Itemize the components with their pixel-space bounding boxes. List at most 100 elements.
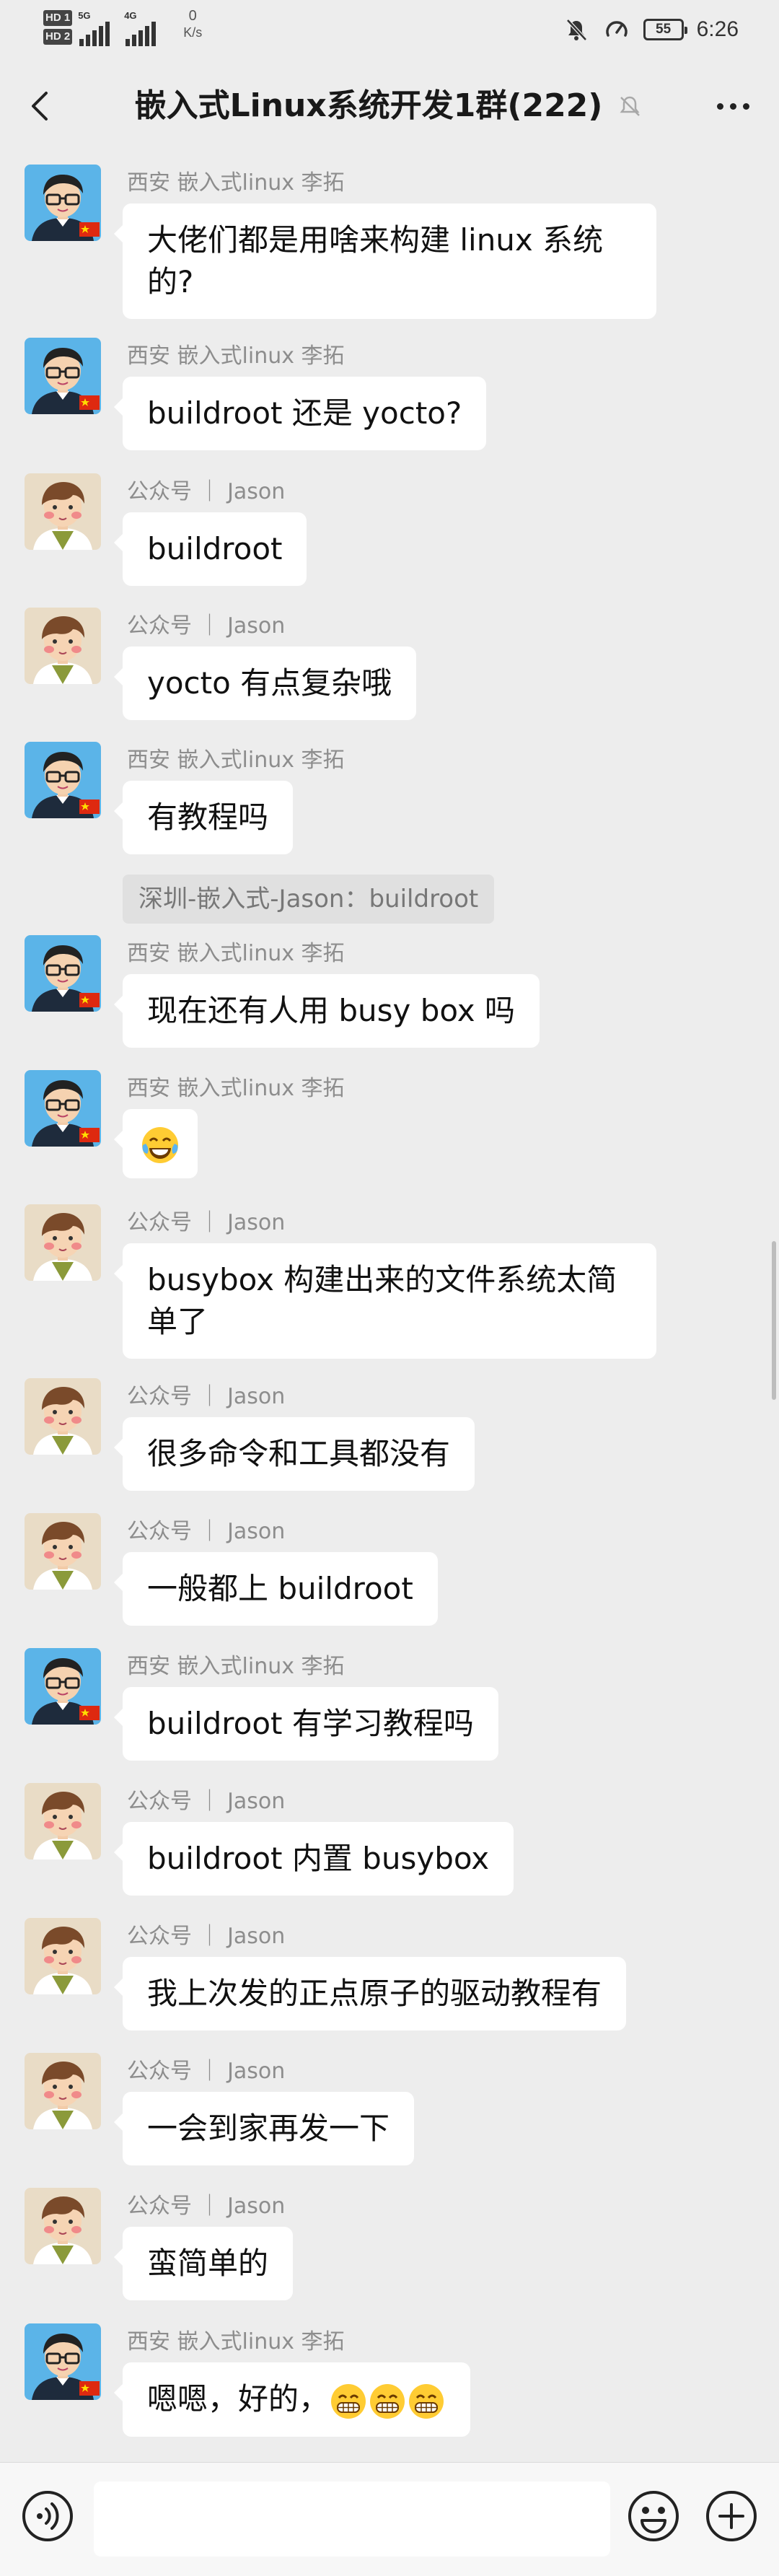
smiley-icon <box>628 2491 679 2541</box>
sender-name[interactable]: 西安 嵌入式linux 李拓 <box>127 343 345 369</box>
avatar-jason[interactable] <box>25 1513 101 1590</box>
message-text: 一会到家再发一下 <box>147 2111 390 2146</box>
message-bubble[interactable]: 大佬们都是用啥来构建 linux 系统的? <box>114 203 656 319</box>
status-bar: HD 1 HD 2 5G 4G 0 K/s 55 6:26 <box>0 0 779 59</box>
chat-message: 西安 嵌入式linux 李拓嗯嗯，好的， <box>25 2312 746 2437</box>
chat-message: 公众号 ｜ Jason 我上次发的正点原子的驱动教程有 <box>25 1906 746 2030</box>
sender-name[interactable]: 公众号 ｜ Jason <box>127 2194 285 2220</box>
chat-message: 公众号 ｜ Jason 一般都上 buildroot <box>25 1502 746 1626</box>
message-text: buildroot 有学习教程吗 <box>147 1706 474 1741</box>
sender-name[interactable]: 西安 嵌入式linux 李拓 <box>127 170 345 196</box>
message-bubble[interactable]: 很多命令和工具都没有 <box>113 1417 475 1491</box>
message-bubble[interactable]: busybox 构建出来的文件系统太简单了 <box>114 1243 656 1359</box>
mute-bell-icon <box>563 16 590 43</box>
sender-name[interactable]: 公众号 ｜ Jason <box>127 1924 285 1950</box>
hd1-badge: HD 1 <box>43 10 73 26</box>
avatar-li-tuo[interactable] <box>25 742 101 818</box>
chat-message: 公众号 ｜ Jason 蛮简单的 <box>25 2176 746 2300</box>
message-text: 我上次发的正点原子的驱动教程有 <box>147 1976 602 2011</box>
avatar-jason[interactable] <box>25 1918 101 1994</box>
dot-icon <box>716 102 723 110</box>
sender-name[interactable]: 公众号 ｜ Jason <box>127 2059 285 2085</box>
sender-name[interactable]: 公众号 ｜ Jason <box>127 1384 285 1410</box>
message-bubble[interactable]: 有教程吗 <box>113 781 294 854</box>
sender-name[interactable]: 公众号 ｜ Jason <box>127 1210 285 1236</box>
message-text: buildroot 内置 busybox <box>147 1841 490 1876</box>
chat-message: 西安 嵌入式linux 李拓 buildroot 还是 yocto? <box>25 326 746 450</box>
avatar-jason[interactable] <box>25 1783 101 1859</box>
voice-button[interactable] <box>19 2487 76 2545</box>
status-left: HD 1 HD 2 5G 4G 0 K/s <box>43 7 202 52</box>
message-bubble[interactable] <box>114 1109 198 1178</box>
speedometer-icon <box>603 16 630 43</box>
message-bubble[interactable]: 一般都上 buildroot <box>114 1552 438 1626</box>
avatar-jason[interactable] <box>25 2053 101 2129</box>
avatar-jason[interactable] <box>25 2188 101 2264</box>
sender-name[interactable]: 公众号 ｜ Jason <box>127 613 285 639</box>
chat-message: 公众号 ｜ Jason 一会到家再发一下 <box>25 2041 746 2165</box>
voice-icon <box>22 2491 73 2541</box>
avatar-jason[interactable] <box>25 473 101 550</box>
message-text: 现在还有人用 busy box 吗 <box>147 993 515 1028</box>
input-bar <box>0 2462 779 2576</box>
message-bubble[interactable]: buildroot 内置 busybox <box>113 1822 514 1896</box>
chat-message-list[interactable]: 西安 嵌入式linux 李拓 大佬们都是用啥来构建 linux 系统的? 西安 嵌… <box>0 153 779 2462</box>
message-text: busybox 构建出来的文件系统太简单了 <box>147 1262 617 1339</box>
chat-title: 嵌入式Linux系统开发1群(222) <box>134 87 603 124</box>
sender-name[interactable]: 公众号 ｜ Jason <box>127 1519 285 1545</box>
message-text: yocto 有点复杂哦 <box>147 665 392 701</box>
chat-message: 公众号 ｜ Jason buildroot <box>25 462 746 586</box>
trailing-emojis <box>329 2381 446 2419</box>
avatar-li-tuo[interactable] <box>25 165 101 241</box>
message-input[interactable] <box>94 2481 610 2557</box>
avatar-jason[interactable] <box>25 1378 101 1455</box>
chat-message: 西安 嵌入式linux 李拓大佬们都是用啥来构建 linux 系统的? <box>25 153 746 319</box>
more-options-button[interactable] <box>711 88 754 124</box>
quoted-reply[interactable]: 深圳-嵌入式-Jason：buildroot <box>123 875 495 924</box>
scrollbar-thumb[interactable] <box>772 1241 776 1400</box>
sender-name[interactable]: 公众号 ｜ Jason <box>127 1789 285 1815</box>
message-bubble[interactable]: 嗯嗯，好的， <box>113 2362 471 2437</box>
avatar-jason[interactable] <box>25 608 101 684</box>
emoji-button[interactable] <box>625 2487 682 2545</box>
hd2-badge: HD 2 <box>43 29 73 45</box>
message-bubble[interactable]: 蛮简单的 <box>113 2227 294 2300</box>
chat-message: 公众号 ｜ Jason busybox 构建出来的文件系统太简单了 <box>25 1193 746 1359</box>
chat-message: 西安 嵌入式linux 李拓现在还有人用 busy box 吗 <box>25 924 746 1048</box>
message-bubble[interactable]: 我上次发的正点原子的驱动教程有 <box>113 1957 627 2030</box>
message-bubble[interactable]: buildroot 还是 yocto? <box>113 377 487 450</box>
grinning-emoji-icon <box>409 2383 444 2419</box>
dot-icon <box>729 102 736 110</box>
message-bubble[interactable]: buildroot <box>113 512 307 586</box>
avatar-li-tuo[interactable] <box>25 935 101 1012</box>
status-right: 55 6:26 <box>563 13 739 46</box>
avatar-li-tuo[interactable] <box>25 2323 101 2400</box>
chat-title-row: 嵌入式Linux系统开发1群(222) <box>0 84 779 128</box>
message-bubble[interactable]: 一会到家再发一下 <box>113 2092 415 2165</box>
avatar-li-tuo[interactable] <box>25 1070 101 1147</box>
battery-icon: 55 <box>643 19 687 40</box>
message-bubble[interactable]: yocto 有点复杂哦 <box>113 647 417 720</box>
chat-message: 公众号 ｜ Jason 很多命令和工具都没有 <box>25 1367 746 1491</box>
message-bubble[interactable]: 现在还有人用 busy box 吗 <box>114 974 540 1048</box>
sender-name[interactable]: 公众号 ｜ Jason <box>127 479 285 505</box>
avatar-jason[interactable] <box>25 1204 101 1281</box>
speed-unit: K/s <box>183 25 203 40</box>
chat-message: 西安 嵌入式linux 李拓有教程吗 <box>25 730 746 854</box>
sender-name[interactable]: 西安 嵌入式linux 李拓 <box>127 748 345 774</box>
sender-name[interactable]: 西安 嵌入式linux 李拓 <box>127 941 345 967</box>
avatar-li-tuo[interactable] <box>25 1648 101 1725</box>
sender-name[interactable]: 西安 嵌入式linux 李拓 <box>127 2329 345 2355</box>
grinning-emoji-icon <box>370 2383 405 2419</box>
message-text: 有教程吗 <box>147 799 269 835</box>
sender-name[interactable]: 西安 嵌入式linux 李拓 <box>127 1076 345 1102</box>
message-bubble[interactable]: buildroot 有学习教程吗 <box>114 1687 498 1761</box>
signal-icon-1: 5G <box>78 10 110 46</box>
plus-circle-icon <box>706 2491 757 2541</box>
message-text: buildroot <box>147 531 283 566</box>
signal-icon-2: 4G <box>124 10 157 46</box>
sender-name[interactable]: 西安 嵌入式linux 李拓 <box>127 1654 345 1680</box>
more-functions-button[interactable] <box>703 2487 760 2545</box>
avatar-li-tuo[interactable] <box>25 338 101 414</box>
muted-bell-icon <box>615 92 644 121</box>
